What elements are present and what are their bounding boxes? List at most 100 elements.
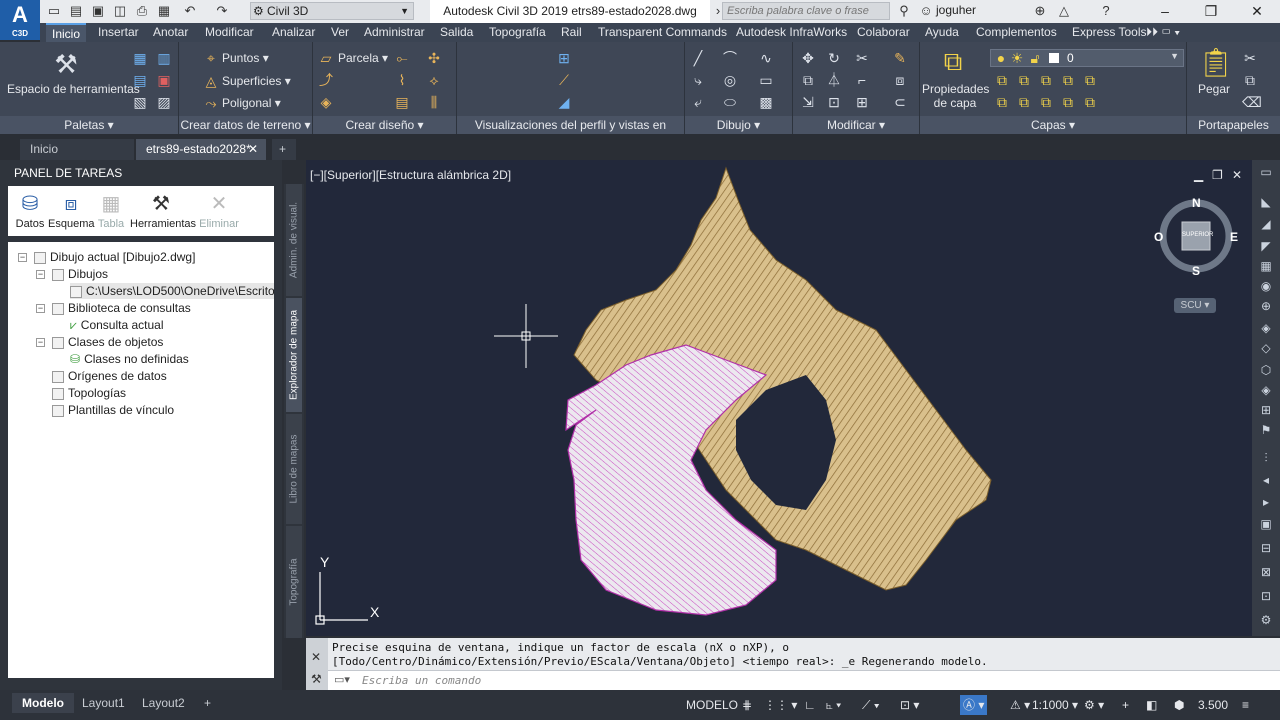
layer-tool-icon-1[interactable]: ⧉ bbox=[994, 72, 1010, 88]
side-tab-topografia[interactable]: Topografía bbox=[286, 526, 302, 638]
layer-tool-icon-9[interactable]: ⧉ bbox=[1060, 94, 1076, 110]
add-layout-button[interactable]: + bbox=[194, 693, 221, 713]
array-icon[interactable]: ⊞ bbox=[854, 94, 870, 110]
ucs-menu-button[interactable]: SCU ▾ bbox=[1174, 298, 1216, 313]
cut-icon[interactable]: ✂ bbox=[1242, 50, 1258, 66]
layer-tool-icon-5[interactable]: ⧉ bbox=[1082, 72, 1098, 88]
trim-icon[interactable]: ✂ bbox=[854, 50, 870, 66]
command-input-row[interactable]: ▭▾ Escriba un comando bbox=[328, 670, 1280, 690]
doc-tab-drawing[interactable]: etrs89-estado2028* ✕ bbox=[136, 139, 266, 160]
redo-icon[interactable]: ↷ bbox=[214, 3, 230, 19]
tool-icon-4[interactable]: ◤ bbox=[1258, 238, 1274, 254]
close-icon[interactable]: ✕ bbox=[311, 650, 321, 664]
save-icon[interactable]: ▣ bbox=[90, 3, 106, 19]
panel-crear-terreno[interactable]: Crear datos de terreno ▾ bbox=[179, 116, 312, 134]
binoculars-icon[interactable]: ⚲ bbox=[896, 3, 912, 19]
command-input[interactable]: Escriba un comando bbox=[362, 674, 481, 687]
rotate-icon[interactable]: ↻ bbox=[826, 50, 842, 66]
tool-icon-5[interactable]: ▦ bbox=[1258, 258, 1274, 274]
polar-icon[interactable]: ⦜ ▾ bbox=[826, 695, 841, 715]
grid-icon[interactable]: ⋕ bbox=[742, 695, 752, 715]
layout-tab-layout2[interactable]: Layout2 bbox=[132, 693, 195, 713]
corridor-icon[interactable]: ▤ bbox=[394, 94, 410, 110]
model-space-button[interactable]: MODELO bbox=[686, 695, 738, 715]
tool-icon-12[interactable]: ⚑ bbox=[1258, 422, 1274, 438]
offset-icon[interactable]: ⊂ bbox=[892, 94, 908, 110]
palette-icon-6[interactable]: ▨ bbox=[156, 94, 172, 110]
toolspace-icon[interactable]: ⚒ bbox=[52, 50, 80, 78]
tab-insertar[interactable]: Insertar bbox=[98, 23, 139, 42]
layer-tool-icon-10[interactable]: ⧉ bbox=[1082, 94, 1098, 110]
circle-icon[interactable]: ◎ bbox=[722, 72, 738, 88]
intersection-icon[interactable]: ✣ bbox=[426, 50, 442, 66]
superficies-button[interactable]: Superficies ▾ bbox=[222, 74, 291, 88]
tool-icon-16[interactable]: ▣ bbox=[1258, 516, 1274, 532]
minimize-button[interactable]: – bbox=[1142, 0, 1188, 23]
wrench-icon[interactable]: ⚒ bbox=[311, 672, 322, 686]
elevation-icon[interactable]: ⬢ bbox=[1174, 695, 1184, 715]
a360-icon[interactable]: △ bbox=[1056, 3, 1072, 19]
tab-administrar[interactable]: Administrar bbox=[364, 23, 425, 42]
palette-icon-5[interactable]: ▧ bbox=[132, 94, 148, 110]
annotation-visibility-icon[interactable]: ⚠ ▾ bbox=[1010, 695, 1030, 715]
tab-complementos[interactable]: Complementos bbox=[976, 23, 1057, 42]
tab-modificar[interactable]: Modificar bbox=[205, 23, 254, 42]
tab-inicio[interactable]: Inicio bbox=[46, 23, 87, 42]
plot-icon[interactable]: ⎙ bbox=[134, 3, 150, 19]
side-tab-libro-mapas[interactable]: Libro de mapas bbox=[286, 414, 302, 524]
layout-tab-modelo[interactable]: Modelo bbox=[12, 693, 74, 713]
tree-item-drawing-path[interactable]: C:\Users\LOD500\OneDrive\Escritorio bbox=[70, 283, 274, 299]
layer-tool-icon-8[interactable]: ⧉ bbox=[1038, 94, 1054, 110]
panel-portapapeles[interactable]: Portapapeles bbox=[1187, 116, 1280, 134]
doc-tab-inicio[interactable]: Inicio bbox=[20, 139, 134, 160]
layer-tool-icon-6[interactable]: ⧉ bbox=[994, 94, 1010, 110]
tool-icon-15[interactable]: ▸ bbox=[1258, 494, 1274, 510]
tool-icon-7[interactable]: ◈ bbox=[1258, 320, 1274, 336]
close-button[interactable]: ✕ bbox=[1234, 0, 1280, 23]
tree-item-dibujos[interactable]: Dibujos bbox=[52, 266, 108, 282]
panel-capas[interactable]: Capas ▾ bbox=[920, 116, 1186, 134]
snap-icon[interactable]: ⋮⋮ ▾ bbox=[764, 695, 797, 715]
toolspace-button[interactable]: Espacio de herramientas bbox=[7, 82, 140, 96]
drawing-viewport[interactable]: [−][Superior][Estructura alámbrica 2D] ▁… bbox=[306, 160, 1252, 636]
tool-icon-1[interactable]: ▭ bbox=[1258, 164, 1274, 180]
customize-icon[interactable]: ≡ bbox=[1242, 695, 1249, 715]
tool-icon-20[interactable]: ⚙ bbox=[1258, 612, 1274, 628]
globe-icon[interactable]: ⊕ bbox=[1258, 298, 1274, 314]
command-prompt-icon[interactable]: ▭▾ bbox=[334, 673, 350, 686]
tool-icon-13[interactable]: ⫶ bbox=[1258, 450, 1274, 466]
tab-express-tools[interactable]: Express Tools bbox=[1072, 23, 1146, 42]
workspace-switch-icon[interactable]: ⚙ ▾ bbox=[1084, 695, 1104, 715]
layer-properties-icon[interactable]: ⧉ bbox=[938, 46, 968, 76]
copy-clip-icon[interactable]: ⧉ bbox=[1242, 72, 1258, 88]
esquema-button[interactable]: ⧈ Esquema bbox=[48, 190, 94, 230]
assembly-icon[interactable]: ⟡ bbox=[426, 72, 442, 88]
palette-icon-1[interactable]: ▦ bbox=[132, 50, 148, 66]
parcel-icon[interactable]: ▱ bbox=[318, 50, 334, 66]
tree-item-clases[interactable]: Clases de objetos bbox=[52, 334, 163, 350]
fillet-icon[interactable]: ⌐ bbox=[854, 72, 870, 88]
tab-colaborar[interactable]: Colaborar bbox=[857, 23, 910, 42]
tab-transparent-commands[interactable]: Transparent Commands bbox=[598, 23, 727, 42]
isolate-icon[interactable]: ◧ bbox=[1146, 695, 1157, 715]
scale-select[interactable]: 1:1000 ▾ bbox=[1032, 695, 1078, 715]
traverse-icon[interactable]: ⤳ bbox=[203, 95, 219, 111]
tool-icon-9[interactable]: ⬡ bbox=[1258, 362, 1274, 378]
panel-paletas[interactable]: Paletas ▾ bbox=[0, 116, 178, 134]
eliminar-button[interactable]: ✕ Eliminar bbox=[196, 190, 242, 230]
herramientas-button[interactable]: ⚒ Herramientas bbox=[130, 190, 196, 230]
new-tab-button[interactable]: + bbox=[272, 139, 296, 160]
line-icon[interactable]: ╱ bbox=[690, 50, 706, 66]
collapse-icon[interactable]: − bbox=[18, 253, 27, 262]
side-tab-explorador[interactable]: Explorador de mapa bbox=[286, 298, 302, 412]
viewcube[interactable]: N S E O SUPERIOR bbox=[1154, 196, 1238, 278]
sample-lines-icon[interactable]: ⟋ bbox=[556, 72, 572, 88]
profile-icon[interactable]: ⌇ bbox=[394, 72, 410, 88]
mirror-icon[interactable]: ⏃ bbox=[826, 72, 842, 88]
app-logo[interactable]: A C3D bbox=[0, 0, 40, 40]
tab-infraworks[interactable]: Autodesk InfraWorks bbox=[736, 23, 847, 42]
tool-icon-3[interactable]: ◢ bbox=[1258, 216, 1274, 232]
help-search-input[interactable]: Escriba palabra clave o frase bbox=[722, 2, 890, 20]
layer-tool-icon-4[interactable]: ⧉ bbox=[1060, 72, 1076, 88]
tool-icon-10[interactable]: ◈ bbox=[1258, 382, 1274, 398]
